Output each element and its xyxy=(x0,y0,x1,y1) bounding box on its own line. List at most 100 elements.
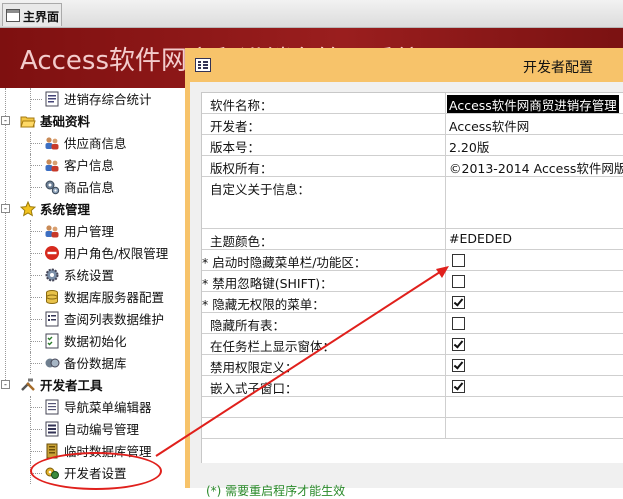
tree-guide-line xyxy=(5,88,6,388)
list-icon xyxy=(44,311,60,327)
setting-checkbox-cell xyxy=(446,250,623,270)
tree-branch-line xyxy=(30,231,42,232)
nav-item-10[interactable]: 数据库服务器配置 xyxy=(44,286,164,307)
setting-label-cell: 禁用权限定义： xyxy=(202,355,446,375)
form-icon xyxy=(195,58,211,72)
nav-item-label: 开发者工具 xyxy=(40,378,103,393)
nav-item-label: 进销存综合统计 xyxy=(64,92,152,107)
tree-branch-line xyxy=(30,165,42,166)
setting-label-cell: * 禁用忽略键(SHIFT)： xyxy=(202,271,446,291)
nav-item-label: 查阅列表数据维护 xyxy=(64,312,165,327)
tree-branch-line xyxy=(30,187,42,188)
collapse-toggle-icon[interactable]: - xyxy=(1,116,10,125)
users-icon xyxy=(44,223,60,239)
no-entry-icon xyxy=(44,245,60,261)
setting-value: Access软件网 xyxy=(449,119,530,134)
setting-value-field[interactable]: #EDEDED xyxy=(446,229,623,249)
form-icon xyxy=(6,9,20,22)
setting-value: #EDEDED xyxy=(449,231,513,246)
setting-label: 版本号： xyxy=(210,140,261,155)
tree-branch-line xyxy=(30,253,42,254)
setting-row: 嵌入式子窗口： xyxy=(202,376,623,397)
tree-guide-line xyxy=(30,132,31,154)
setting-label-cell: 隐藏所有表： xyxy=(202,313,446,333)
tree-branch-line xyxy=(30,319,42,320)
setting-value-field[interactable]: 2.20版 xyxy=(446,135,623,155)
nav-item-13[interactable]: 备份数据库 xyxy=(44,352,127,373)
star-icon xyxy=(20,200,36,217)
nav-item-label: 导航菜单编辑器 xyxy=(64,400,152,415)
nav-item-4[interactable]: 客户信息 xyxy=(44,154,114,175)
setting-checkbox[interactable] xyxy=(452,338,465,351)
setting-label: 自定义关于信息： xyxy=(210,182,311,197)
setting-label: 在任务栏上显示窗体： xyxy=(210,339,336,354)
setting-row: 开发者： Access软件网 xyxy=(202,114,623,135)
setting-value-field[interactable]: ©2013-2014 Access软件网版 xyxy=(446,156,623,176)
setting-row: 主题颜色： #EDEDED xyxy=(202,229,623,250)
main-form-tab[interactable]: 主界面 xyxy=(2,3,62,26)
setting-label: 版权所有： xyxy=(210,161,273,176)
setting-value: 2.20版 xyxy=(449,140,490,155)
collapse-toggle-icon[interactable]: - xyxy=(1,204,10,213)
nav-item-label: 供应商信息 xyxy=(64,136,127,151)
tree-guide-line xyxy=(30,352,31,374)
gears-icon xyxy=(44,179,60,195)
setting-value-field[interactable]: Access软件网商贸进销存管理 xyxy=(446,93,623,113)
nav-item-16[interactable]: 自动编号管理 xyxy=(44,418,139,439)
tree-guide-line xyxy=(30,88,31,110)
setting-row: * 禁用忽略键(SHIFT)： xyxy=(202,271,623,292)
setting-checkbox-cell xyxy=(446,271,623,291)
nav-item-1[interactable]: 进销存综合统计 xyxy=(44,88,152,109)
setting-value-field[interactable]: Access软件网 xyxy=(446,114,623,134)
tree-branch-line xyxy=(30,451,42,452)
setting-checkbox-cell xyxy=(446,376,623,396)
tree-guide-line xyxy=(30,286,31,308)
setting-label: * 禁用忽略键(SHIFT)： xyxy=(202,276,333,291)
folder-open-icon xyxy=(20,113,36,129)
nav-item-label: 商品信息 xyxy=(64,180,115,195)
tree-branch-line xyxy=(30,429,42,430)
nav-item-5[interactable]: 商品信息 xyxy=(44,176,114,197)
collapse-toggle-icon[interactable]: - xyxy=(1,380,10,389)
setting-checkbox[interactable] xyxy=(452,254,465,267)
nav-item-8[interactable]: 用户角色/权限管理 xyxy=(44,242,168,263)
setting-checkbox-cell xyxy=(446,313,623,333)
nav-item-label: 自动编号管理 xyxy=(64,422,140,437)
setting-label: 主题颜色： xyxy=(210,234,273,249)
dialog-title-bar[interactable]: 开发者配置 xyxy=(185,48,623,82)
nav-item-6[interactable]: 系统管理 xyxy=(20,198,90,219)
setting-label-cell: * 启动时隐藏菜单栏/功能区： xyxy=(202,250,446,270)
restart-footnote: (*) 需要重启程序才能生效 xyxy=(206,484,346,498)
setting-value-field[interactable] xyxy=(446,418,623,438)
nav-item-11[interactable]: 查阅列表数据维护 xyxy=(44,308,164,329)
setting-label-cell: 主题颜色： xyxy=(202,229,446,249)
setting-value-field[interactable] xyxy=(446,177,623,228)
nav-item-9[interactable]: 系统设置 xyxy=(44,264,114,285)
setting-checkbox[interactable] xyxy=(452,359,465,372)
dialog-body: 软件名称： Access软件网商贸进销存管理开发者： Access软件网版本号： 2.… xyxy=(190,82,623,498)
nav-item-14[interactable]: 开发者工具 xyxy=(20,374,103,395)
setting-label: 嵌入式子窗口： xyxy=(210,381,298,396)
setting-label: * 隐藏无权限的菜单： xyxy=(202,297,325,312)
nav-item-2[interactable]: 基础资料 xyxy=(20,110,90,131)
nav-item-12[interactable]: 数据初始化 xyxy=(44,330,127,351)
tree-guide-line xyxy=(30,176,31,198)
numbering-icon xyxy=(44,421,60,437)
setting-label-cell: * 隐藏无权限的菜单： xyxy=(202,292,446,312)
setting-label: 开发者： xyxy=(210,119,261,134)
setting-checkbox[interactable] xyxy=(452,317,465,330)
nav-item-15[interactable]: 导航菜单编辑器 xyxy=(44,396,152,417)
setting-checkbox[interactable] xyxy=(452,380,465,393)
tree-guide-line xyxy=(30,418,31,440)
setting-checkbox[interactable] xyxy=(452,296,465,309)
setting-row: 版权所有： ©2013-2014 Access软件网版 xyxy=(202,156,623,177)
setting-checkbox[interactable] xyxy=(452,275,465,288)
setting-value-field[interactable] xyxy=(446,397,623,417)
setting-label-cell: 软件名称： xyxy=(202,93,446,113)
tree-branch-line xyxy=(30,143,42,144)
nav-item-7[interactable]: 用户管理 xyxy=(44,220,114,241)
nav-item-3[interactable]: 供应商信息 xyxy=(44,132,127,153)
navigation-tree: 进销存综合统计 - 基础资料供应商信息客户信息商品信息 - 系统管理 用户管理 用户角色/权… xyxy=(0,88,185,488)
tree-branch-line xyxy=(30,363,42,364)
backup-icon xyxy=(44,355,60,371)
